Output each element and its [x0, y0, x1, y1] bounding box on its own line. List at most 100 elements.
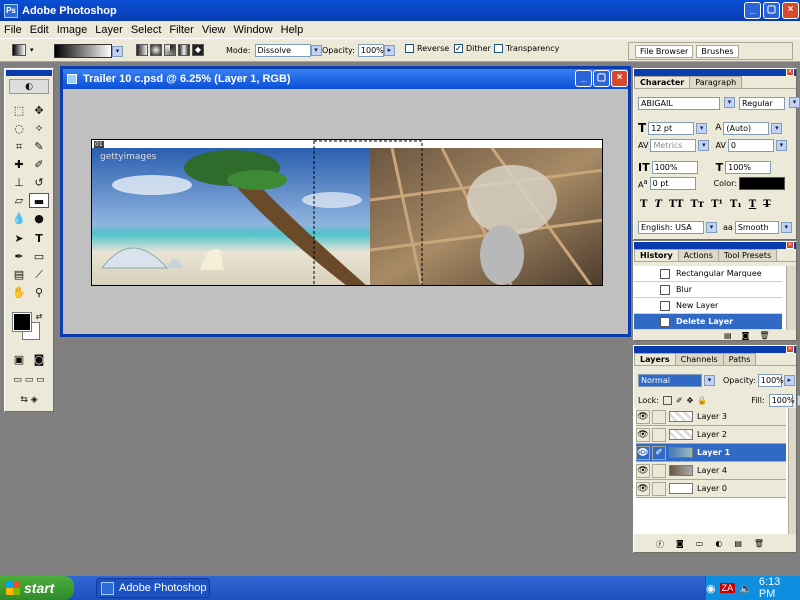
tab-actions[interactable]: Actions [677, 249, 719, 261]
menu-window[interactable]: Window [230, 24, 277, 36]
small-caps-icon[interactable]: Tт [690, 199, 704, 210]
adjustment-layer-icon[interactable]: ◐ [715, 539, 722, 550]
chevron-right-icon[interactable]: ▸ [383, 45, 395, 56]
file-browser-tab[interactable]: File Browser [635, 44, 694, 58]
eraser-icon[interactable]: ▱ [9, 193, 29, 208]
slice-icon[interactable]: ✎ [29, 139, 49, 154]
image-canvas[interactable]: 01 gettyimages [91, 139, 603, 286]
brush-icon[interactable]: ✐ [652, 445, 666, 460]
panel-header[interactable]: × [634, 68, 796, 76]
new-set-icon[interactable]: ▭ [696, 539, 704, 550]
menu-image[interactable]: Image [53, 24, 92, 36]
new-layer-icon[interactable]: ▤ [734, 539, 742, 550]
blend-mode-select[interactable]: Normal [638, 374, 702, 387]
lock-transparency-icon[interactable] [662, 396, 672, 405]
quick-mask-icon[interactable]: ◙ [29, 352, 49, 367]
menu-edit[interactable]: Edit [26, 24, 53, 36]
linear-gradient-button[interactable] [136, 44, 148, 56]
text-color-swatch[interactable] [739, 177, 786, 190]
doc-maximize-button[interactable]: ▢ [593, 70, 610, 87]
screen-mode-icons[interactable]: ▭ ▭ ▭ [9, 373, 49, 388]
rectangular-marquee-icon[interactable]: ⬚ [9, 103, 29, 118]
close-icon[interactable]: × [786, 345, 794, 353]
close-button[interactable]: × [782, 2, 799, 19]
layer-row[interactable]: 👁 Layer 3 [636, 408, 786, 426]
eye-icon[interactable]: 👁 [636, 427, 650, 442]
menu-help[interactable]: Help [277, 24, 308, 36]
move-tool-icon[interactable]: ✥ [29, 103, 49, 118]
blur-icon[interactable]: 💧 [9, 211, 29, 226]
snapshot-icon[interactable]: ◙ [742, 331, 750, 340]
superscript-icon[interactable]: T¹ [711, 199, 723, 210]
language-select[interactable]: English: USA [638, 221, 704, 234]
new-document-icon[interactable]: ▤ [724, 331, 732, 340]
history-item[interactable]: Rectangular Marquee [634, 266, 782, 282]
tab-layers[interactable]: Layers [634, 353, 676, 365]
menu-filter[interactable]: Filter [165, 24, 197, 36]
link-slot[interactable] [652, 427, 666, 442]
eye-icon[interactable]: 👁 [636, 409, 650, 424]
vertical-scale-input[interactable]: 100% [651, 161, 698, 174]
font-style-select[interactable]: Regular [739, 97, 785, 110]
layer-row[interactable]: 👁 Layer 4 [636, 462, 786, 480]
layer-opacity-input[interactable]: 100% [757, 374, 784, 387]
history-item[interactable]: Blur [634, 282, 782, 298]
network-icon[interactable]: ◉ [706, 582, 716, 595]
dodge-icon[interactable]: ● [29, 211, 49, 226]
hand-icon[interactable]: ✋ [9, 285, 29, 300]
standard-mode-icon[interactable]: ▣ [9, 352, 29, 367]
brushes-tab[interactable]: Brushes [696, 44, 739, 58]
pen-icon[interactable]: ✒ [9, 249, 29, 264]
layer-row[interactable]: 👁 Layer 0 [636, 480, 786, 498]
lock-image-icon[interactable]: ✐ [676, 396, 683, 405]
crop-icon[interactable]: ⌗ [9, 139, 29, 154]
notes-icon[interactable]: ▤ [9, 267, 29, 282]
lasso-icon[interactable]: ◌ [9, 121, 29, 136]
clone-stamp-icon[interactable]: ⊥ [9, 175, 29, 190]
strikethrough-icon[interactable]: T [763, 199, 770, 210]
layer-style-icon[interactable]: ⓕ [656, 539, 664, 550]
adobe-online-icon[interactable]: ◐ [9, 79, 49, 94]
link-slot[interactable] [652, 481, 666, 496]
font-family-select[interactable]: ABIGAIL [638, 97, 720, 110]
eye-icon[interactable]: 👁 [636, 481, 650, 496]
leading-input[interactable]: (Auto) [723, 121, 770, 135]
panel-header[interactable]: × [634, 241, 796, 249]
reverse-option[interactable]: Reverse [405, 44, 449, 53]
tab-history[interactable]: History [634, 249, 679, 261]
document-title-bar[interactable]: Trailer 10 c.psd @ 6.25% (Layer 1, RGB) … [63, 69, 628, 89]
eye-icon[interactable]: 👁 [636, 463, 650, 478]
trash-icon[interactable]: 🗑 [759, 331, 769, 340]
kerning-select[interactable]: Metrics [650, 139, 697, 152]
horizontal-scale-input[interactable]: 100% [725, 161, 772, 174]
tab-character[interactable]: Character [634, 76, 691, 88]
transparency-option[interactable]: Transparency [494, 44, 559, 53]
menu-view[interactable]: View [198, 24, 230, 36]
layer-mask-icon[interactable]: ◙ [676, 539, 684, 550]
fill-input[interactable]: 100% [768, 394, 795, 407]
start-button[interactable]: start [0, 576, 74, 600]
gradient-icon[interactable]: ▬ [29, 193, 49, 208]
link-slot[interactable] [652, 463, 666, 478]
history-item[interactable]: New Layer [634, 298, 782, 314]
reverse-checkbox[interactable] [405, 44, 414, 53]
link-slot[interactable] [652, 409, 666, 424]
history-scrollbar[interactable] [786, 266, 796, 330]
close-icon[interactable]: × [786, 241, 794, 249]
layer-row[interactable]: 👁 Layer 2 [636, 426, 786, 444]
mode-select[interactable]: Dissolve [254, 44, 311, 57]
dither-option[interactable]: ✓ Dither [454, 44, 491, 53]
reflected-gradient-button[interactable] [178, 44, 190, 56]
doc-minimize-button[interactable]: _ [575, 70, 592, 87]
zoom-icon[interactable]: ⚲ [29, 285, 49, 300]
dither-checkbox[interactable]: ✓ [454, 44, 463, 53]
doc-close-button[interactable]: × [611, 70, 628, 87]
gradient-picker[interactable]: ▾ [54, 44, 123, 58]
maximize-button[interactable]: ▢ [763, 2, 780, 19]
jump-to-imageready-icon[interactable]: ⇆ ◈ [9, 393, 49, 408]
magic-wand-icon[interactable]: ✧ [29, 121, 49, 136]
clock[interactable]: 6:13 PM [759, 576, 792, 600]
path-selection-icon[interactable]: ➤ [9, 231, 29, 246]
menu-file[interactable]: File [0, 24, 26, 36]
swap-colors-icon[interactable]: ⇄ [33, 309, 45, 324]
